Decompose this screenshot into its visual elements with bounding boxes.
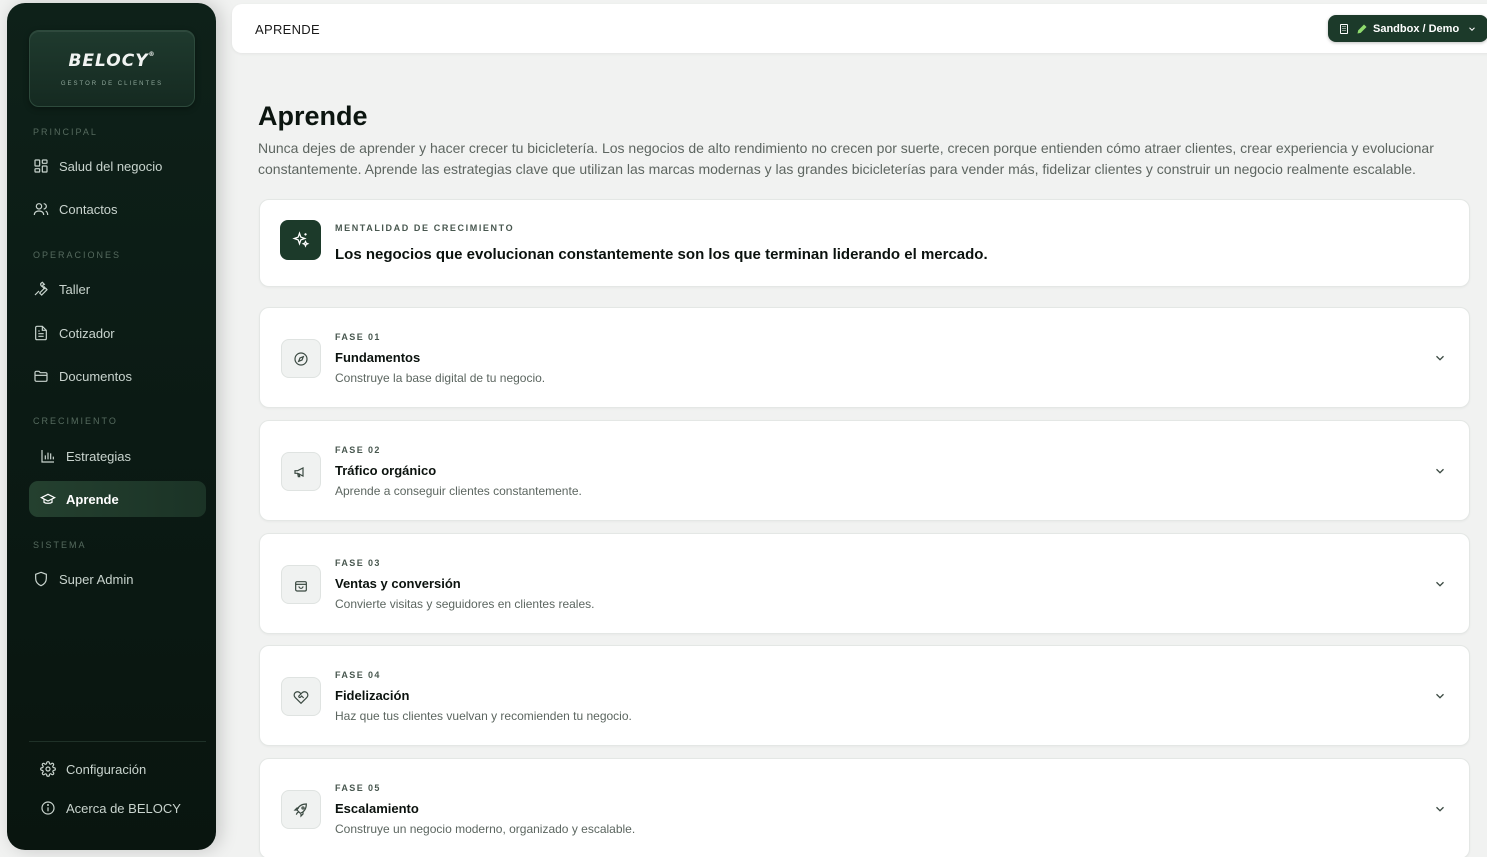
info-icon bbox=[40, 800, 56, 816]
chevron-down-icon bbox=[1467, 24, 1477, 34]
sidebar-item-label: Taller bbox=[59, 281, 91, 297]
shield-icon bbox=[33, 571, 49, 587]
sidebar-divider bbox=[29, 741, 206, 742]
users-icon bbox=[33, 201, 49, 217]
section-label-sistema: SISTEMA bbox=[33, 540, 87, 550]
sidebar-item-aprende[interactable]: Aprende bbox=[29, 481, 206, 517]
building-icon bbox=[1338, 23, 1350, 35]
phase-subtitle: Haz que tus clientes vuelvan y recomiend… bbox=[335, 709, 632, 723]
sidebar-item-acerca-de[interactable]: Acerca de BELOCY bbox=[29, 790, 206, 826]
phase-title: Tráfico orgánico bbox=[335, 463, 437, 478]
breadcrumb: APRENDE bbox=[255, 22, 320, 37]
phase-title: Fidelización bbox=[335, 688, 410, 703]
sidebar-item-taller[interactable]: Taller bbox=[29, 271, 206, 307]
gear-icon bbox=[40, 761, 56, 777]
phase-title: Fundamentos bbox=[335, 350, 421, 365]
chevron-down-icon[interactable] bbox=[1433, 351, 1447, 365]
phase-kicker: FASE 02 bbox=[335, 445, 381, 455]
chevron-down-icon[interactable] bbox=[1433, 802, 1447, 816]
sidebar-item-label: Contactos bbox=[59, 201, 118, 217]
section-label-principal: PRINCIPAL bbox=[33, 127, 98, 137]
phase-kicker: FASE 04 bbox=[335, 670, 381, 680]
hero-headline: Los negocios que evolucionan constanteme… bbox=[335, 246, 988, 263]
graduation-cap-icon bbox=[40, 491, 56, 507]
brand-tagline: GESTOR DE CLIENTES bbox=[60, 81, 164, 87]
section-label-operaciones: OPERACIONES bbox=[33, 250, 122, 260]
phase-title: Escalamiento bbox=[335, 801, 419, 816]
phase-card-ventas-y-conversion[interactable]: FASE 03 Ventas y conversión Convierte vi… bbox=[259, 533, 1470, 634]
document-icon bbox=[33, 325, 49, 341]
rocket-icon bbox=[281, 790, 321, 829]
sidebar-item-label: Cotizador bbox=[59, 325, 115, 341]
hero-kicker: MENTALIDAD DE CRECIMIENTO bbox=[335, 223, 515, 233]
page-description: Nunca dejes de aprender y hacer crecer t… bbox=[258, 140, 1434, 177]
folder-icon bbox=[33, 368, 49, 384]
phase-card-escalamiento[interactable]: FASE 05 Escalamiento Construye un negoci… bbox=[259, 758, 1470, 857]
sidebar-item-super-admin[interactable]: Super Admin bbox=[29, 561, 206, 597]
sidebar-item-label: Salud del negocio bbox=[59, 158, 163, 174]
chevron-down-icon[interactable] bbox=[1433, 464, 1447, 478]
sidebar-item-estrategias[interactable]: Estrategias bbox=[29, 438, 206, 474]
phase-subtitle: Construye un negocio moderno, organizado… bbox=[335, 822, 636, 836]
sidebar-item-contactos[interactable]: Contactos bbox=[29, 191, 206, 227]
sidebar: BELOCY® GESTOR DE CLIENTES PRINCIPAL Sal… bbox=[7, 3, 216, 850]
top-bar: APRENDE Sandbox / Demo bbox=[232, 4, 1487, 53]
sidebar-item-label: Documentos bbox=[59, 368, 132, 384]
phase-subtitle: Convierte visitas y seguidores en client… bbox=[335, 597, 595, 611]
bar-chart-icon bbox=[40, 448, 56, 464]
phase-card-fundamentos[interactable]: FASE 01 Fundamentos Construye la base di… bbox=[259, 307, 1470, 408]
compass-icon bbox=[281, 339, 321, 378]
environment-selector[interactable]: Sandbox / Demo bbox=[1328, 15, 1487, 42]
phase-kicker: FASE 01 bbox=[335, 332, 381, 342]
sidebar-item-salud-del-negocio[interactable]: Salud del negocio bbox=[29, 148, 206, 184]
growth-mindset-card: MENTALIDAD DE CRECIMIENTO Los negocios q… bbox=[259, 199, 1470, 287]
sidebar-item-label: Configuración bbox=[66, 761, 147, 777]
phase-card-trafico-organico[interactable]: FASE 02 Tráfico orgánico Aprende a conse… bbox=[259, 420, 1470, 521]
pencil-icon bbox=[1356, 23, 1368, 35]
wrench-icon bbox=[33, 281, 49, 297]
phase-kicker: FASE 03 bbox=[335, 558, 381, 568]
brand-name: BELOCY® bbox=[68, 51, 156, 71]
megaphone-icon bbox=[281, 452, 321, 491]
phase-subtitle: Construye la base digital de tu negocio. bbox=[335, 371, 546, 385]
phase-subtitle: Aprende a conseguir clientes constanteme… bbox=[335, 484, 582, 498]
sidebar-item-cotizador[interactable]: Cotizador bbox=[29, 315, 206, 351]
sidebar-item-documentos[interactable]: Documentos bbox=[29, 358, 206, 394]
phase-kicker: FASE 05 bbox=[335, 783, 381, 793]
sidebar-item-label: Estrategias bbox=[66, 448, 132, 464]
chevron-down-icon[interactable] bbox=[1433, 577, 1447, 591]
sidebar-item-label: Acerca de BELOCY bbox=[66, 800, 181, 816]
section-label-crecimiento: CRECIMIENTO bbox=[33, 416, 118, 426]
phase-title: Ventas y conversión bbox=[335, 576, 461, 591]
brand-logo[interactable]: BELOCY® GESTOR DE CLIENTES bbox=[29, 30, 195, 107]
heart-handshake-icon bbox=[281, 677, 321, 716]
sidebar-item-label: Super Admin bbox=[59, 571, 134, 587]
sidebar-item-label: Aprende bbox=[66, 491, 119, 507]
shopping-bag-icon bbox=[281, 565, 321, 604]
dashboard-grid-icon bbox=[33, 158, 49, 174]
sidebar-item-configuracion[interactable]: Configuración bbox=[29, 751, 206, 787]
page-title: Aprende bbox=[258, 101, 368, 131]
environment-label: Sandbox / Demo bbox=[1373, 22, 1460, 35]
chevron-down-icon[interactable] bbox=[1433, 689, 1447, 703]
phase-card-fidelizacion[interactable]: FASE 04 Fidelización Haz que tus cliente… bbox=[259, 645, 1470, 746]
sparkles-icon bbox=[280, 220, 321, 260]
